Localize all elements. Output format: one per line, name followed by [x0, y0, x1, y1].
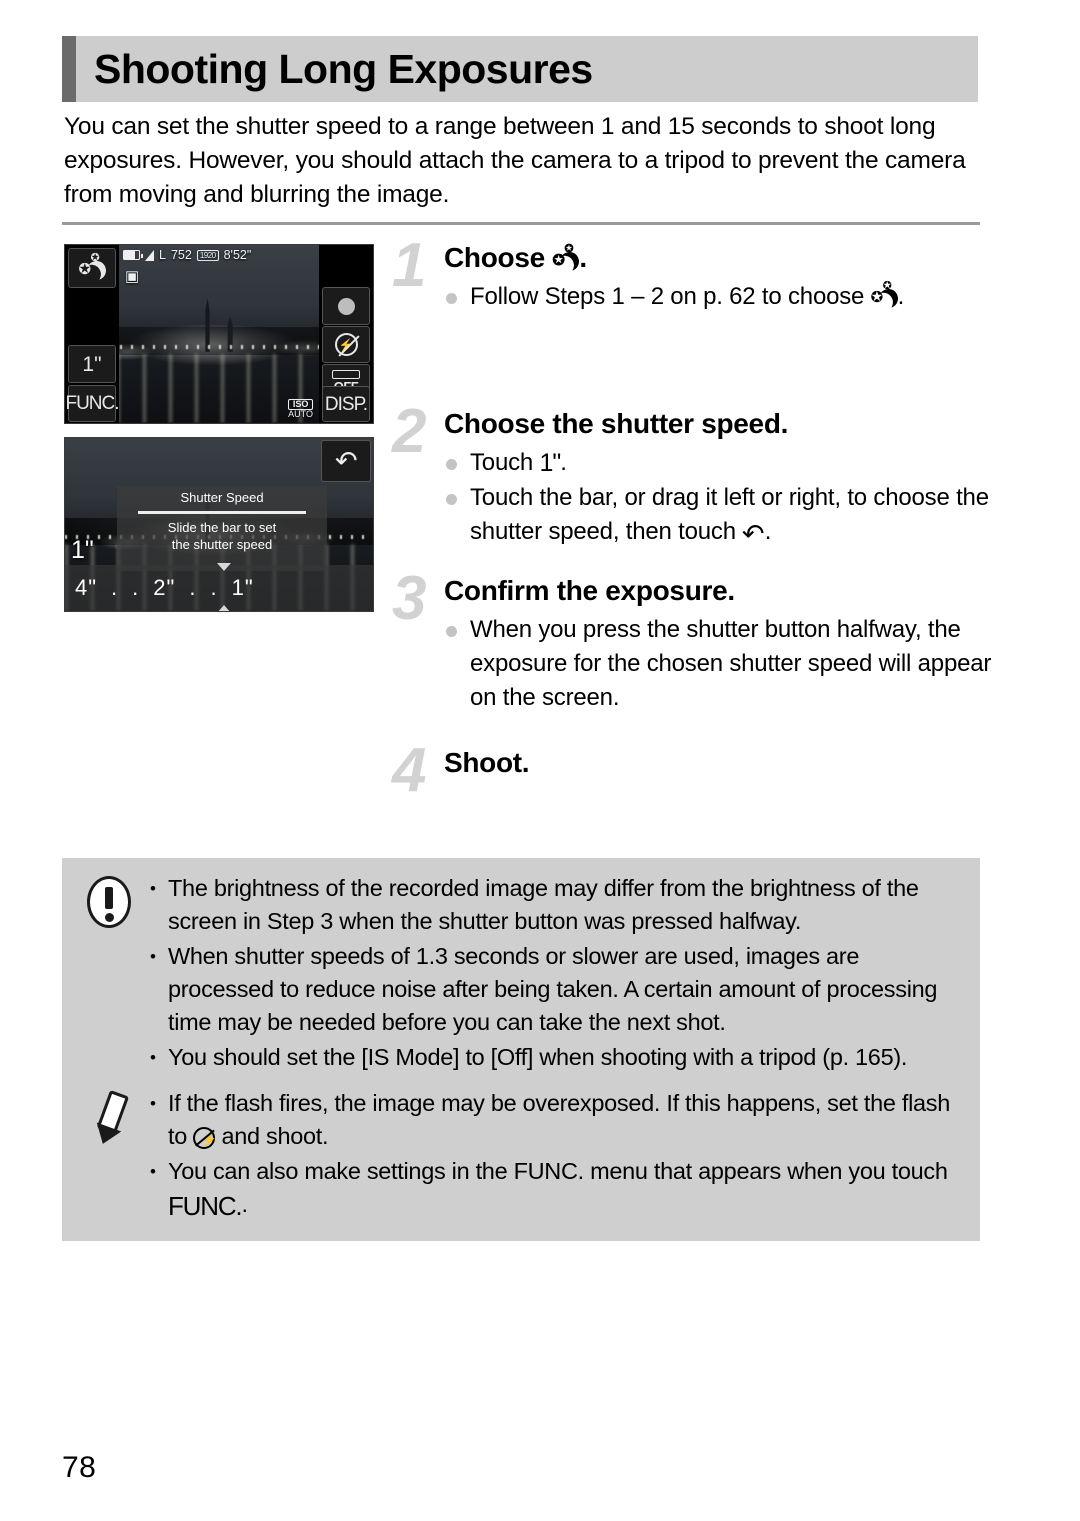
- title-accent-bar: [62, 36, 76, 102]
- step-2: 2 Choose the shutter speed. Touch 1". To…: [392, 397, 992, 550]
- step-heading: Choose the shutter speed.: [444, 408, 789, 439]
- record-icon: [337, 297, 355, 315]
- dialog-message-line1: Slide the bar to set: [167, 520, 277, 535]
- back-arrow-icon: ↷: [334, 445, 358, 476]
- night-scene-icon: ✪ ✪: [79, 253, 106, 280]
- scale-marker-up-icon: [217, 563, 231, 571]
- step-bullet: Touch 1".: [444, 446, 992, 480]
- page-title: Shooting Long Exposures: [94, 45, 593, 92]
- step-bullet: Touch the bar, or drag it left or right,…: [444, 481, 992, 549]
- callout-icon-slot: [72, 872, 146, 1076]
- still-image-icon: ▣: [125, 268, 140, 285]
- func-icon: FUNC.: [168, 1191, 243, 1221]
- scale-tick: .: [210, 575, 218, 600]
- scale-tick: 2": [153, 575, 176, 600]
- warning-item: When shutter speeds of 1.3 seconds or sl…: [146, 940, 964, 1039]
- page-title-bar: Shooting Long Exposures: [62, 36, 978, 102]
- warning-items: The brightness of the recorded image may…: [146, 872, 964, 1076]
- warning-callout: The brightness of the recorded image may…: [62, 858, 980, 1092]
- image-quality-label: L: [159, 248, 166, 262]
- steps-list: 1 Choose ✪ ✪. Follow Steps 1 – 2 on p. 62…: [392, 231, 992, 802]
- camera-screenshot-shooting: ✪ ✪ 1" FUNC. ⚡ OFF DISP.: [64, 244, 374, 424]
- step-heading: Confirm the exposure.: [444, 575, 735, 606]
- section-divider: [62, 222, 980, 225]
- flash-button[interactable]: ⚡: [322, 326, 370, 363]
- note-callout: If the flash fires, the image may be ove…: [62, 1073, 980, 1241]
- battery-icon: [123, 250, 143, 260]
- page-number: 78: [62, 1451, 97, 1484]
- right-button-rail: ⚡ OFF DISP.: [319, 245, 373, 423]
- back-button[interactable]: ↷: [321, 440, 371, 482]
- night-scene-icon: ✪ ✪: [552, 244, 579, 271]
- step-body: Touch 1". Touch the bar, or drag it left…: [444, 446, 992, 549]
- movie-quality-icon: 1920: [196, 249, 219, 261]
- scale-tick: 4": [75, 575, 98, 600]
- scale-marker-down-icon: [217, 605, 231, 611]
- left-button-rail: ✪ ✪ 1" FUNC.: [65, 245, 120, 423]
- note-item: You can also make settings in the FUNC. …: [146, 1155, 964, 1223]
- flash-off-icon: ⚡: [193, 1127, 218, 1149]
- step-bullet: Follow Steps 1 – 2 on p. 62 to choose ✪ ✪…: [444, 280, 992, 314]
- step-number: 2: [392, 397, 427, 466]
- shots-remaining: 752: [170, 248, 192, 262]
- shutter-speed-dialog: Shutter Speed Slide the bar to set the s…: [117, 486, 327, 571]
- shutter-speed-button[interactable]: 1": [68, 345, 116, 383]
- shutter-speed-scale[interactable]: 4" . . 2" . . 1": [65, 563, 373, 611]
- step-bullet: When you press the shutter button halfwa…: [444, 613, 992, 715]
- night-scene-icon: ✪ ✪: [871, 281, 898, 308]
- note-items: If the flash fires, the image may be ove…: [146, 1087, 964, 1225]
- note-item: If the flash fires, the image may be ove…: [146, 1087, 964, 1153]
- step-heading: Shoot.: [444, 747, 530, 778]
- shutter-speed-slider-bar[interactable]: [138, 511, 306, 514]
- quality-icon: [145, 249, 154, 261]
- scale-tick-selected: 1": [231, 575, 254, 600]
- movie-time-remaining: 8'52": [223, 248, 252, 262]
- step-number: 4: [392, 736, 427, 805]
- pencil-icon: [88, 1089, 130, 1149]
- intro-paragraph: You can set the shutter speed to a range…: [64, 113, 966, 208]
- step-body: When you press the shutter button halfwa…: [444, 613, 992, 715]
- disp-button[interactable]: DISP.: [322, 386, 370, 422]
- step-heading: Choose ✪ ✪.: [444, 242, 587, 273]
- night-scene-mode-button[interactable]: ✪ ✪: [68, 248, 116, 288]
- warning-item: The brightness of the recorded image may…: [146, 872, 964, 938]
- iso-indicator: ISO AUTO: [288, 399, 313, 419]
- record-button[interactable]: [322, 287, 370, 325]
- back-arrow-icon: ↷: [742, 519, 765, 549]
- scale-tick: .: [111, 575, 119, 600]
- step-4: 4 Shoot.: [392, 740, 992, 802]
- step-body: Follow Steps 1 – 2 on p. 62 to choose ✪ ✪…: [444, 280, 992, 314]
- warning-icon: [87, 876, 131, 928]
- dialog-message-line2: the shutter speed: [171, 537, 273, 552]
- scale-tick: .: [189, 575, 197, 600]
- status-bar: L 752 1920 8'52": [123, 248, 251, 262]
- manual-page: Shooting Long Exposures You can set the …: [0, 0, 1080, 1521]
- step-3: 3 Confirm the exposure. When you press t…: [392, 564, 992, 715]
- func-button[interactable]: FUNC.: [65, 385, 120, 422]
- one-second-icon: 1": [539, 449, 562, 477]
- step-number: 1: [392, 231, 427, 300]
- callout-icon-slot: [72, 1087, 146, 1225]
- scale-tick: .: [132, 575, 140, 600]
- current-shutter-speed: 1": [71, 536, 94, 564]
- warning-item: You should set the [IS Mode] to [Off] wh…: [146, 1041, 964, 1074]
- dialog-title: Shutter Speed: [180, 490, 264, 505]
- step-number: 3: [392, 564, 427, 633]
- camera-screenshot-shutter-speed: ↷ Shutter Speed Slide the bar to set the…: [64, 437, 374, 612]
- step-1: 1 Choose ✪ ✪. Follow Steps 1 – 2 on p. 62…: [392, 231, 992, 314]
- flash-off-icon: ⚡: [334, 333, 358, 356]
